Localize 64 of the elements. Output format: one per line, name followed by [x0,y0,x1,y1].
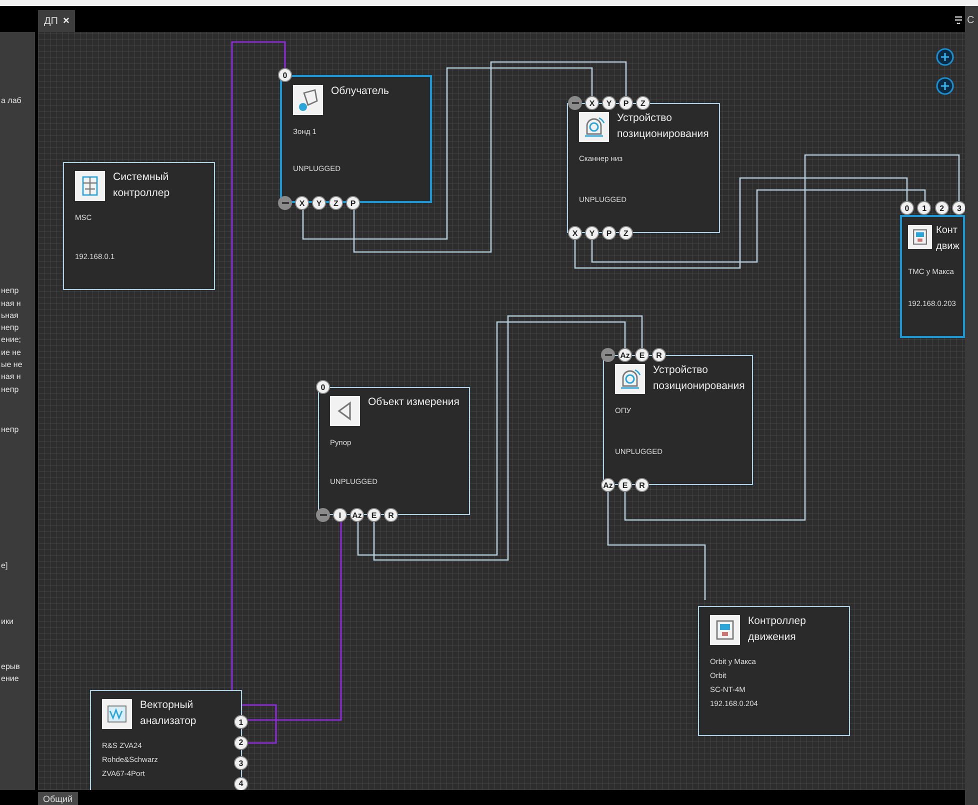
panel-text: непр [1,424,20,436]
port-connector[interactable]: X [568,226,582,240]
panel-text: ная н [1,298,22,310]
port-connector[interactable] [316,508,330,522]
port-connector[interactable]: R [635,478,649,492]
port-connector[interactable]: R [384,508,398,522]
panel-text: непр [1,285,20,298]
port-connector[interactable]: X [585,96,599,110]
port-connector[interactable]: E [367,508,381,522]
panel-text: ие не [1,346,22,359]
port-connector[interactable]: P [346,196,360,210]
panel-title: С [967,15,976,26]
port-connector[interactable] [568,96,582,110]
panel-text: непр [1,384,20,396]
menu-icon[interactable] [955,16,962,24]
panel-text: ная н [1,371,22,384]
panel-text: е] [1,560,9,572]
panel-text: ение [1,673,20,686]
port-connector[interactable]: 1 [917,201,932,215]
node-title: Облучатель [331,84,389,99]
close-button[interactable]: × [62,15,70,27]
panel-text: а лаб [1,95,22,107]
panel-text: ьная [1,310,20,322]
port-connector[interactable]: E [635,348,649,362]
port-connector[interactable]: E [618,478,632,492]
port-connector[interactable]: 0 [900,201,914,215]
port-connector[interactable]: 0 [316,380,330,394]
node-title: Объект измерения [368,395,460,410]
port-connector[interactable]: P [602,226,616,240]
port-connector[interactable]: Z [329,196,343,210]
node-title: Устройство позиционирования [617,111,709,142]
port-connector[interactable]: 2 [934,201,949,215]
port-connector[interactable]: Z [636,96,650,110]
port-connector[interactable]: Y [312,196,326,210]
port-connector[interactable]: I [333,508,347,522]
port-connector[interactable]: Z [619,226,633,240]
node-title: Устройство позиционирования [653,363,745,394]
port-connector[interactable]: Az [618,348,632,362]
port-connector[interactable]: Az [350,508,364,522]
port-connector[interactable]: 1 [234,715,248,729]
port-connector[interactable]: Y [602,96,616,110]
port-connector[interactable]: Az [601,478,615,492]
port-connector[interactable]: 3 [234,756,248,770]
port-connector[interactable]: R [652,348,666,362]
port-connector[interactable]: 0 [278,68,292,82]
panel-text: ики [1,616,14,628]
panel-text: ые не [1,359,24,372]
node-title: Системный контроллер [113,170,170,201]
port-connector[interactable]: 3 [952,201,965,215]
node-title: Конт движ [936,224,960,254]
port-connector[interactable] [601,348,615,362]
panel-text: непр [1,322,20,334]
port-connector[interactable] [278,196,292,210]
bottom-tab[interactable]: Общий [38,792,78,805]
node-title: Векторный анализатор [140,698,196,729]
add-button[interactable] [936,48,954,66]
port-connector[interactable]: X [295,196,309,210]
add-button[interactable] [936,77,954,95]
panel-text: ение; [1,334,22,346]
port-connector[interactable]: P [619,96,633,110]
node-title: Контроллер движения [748,614,806,645]
document-tab[interactable]: ДП × [38,10,76,32]
panel-text: ерыв [1,660,21,673]
port-connector[interactable]: Y [585,226,599,240]
